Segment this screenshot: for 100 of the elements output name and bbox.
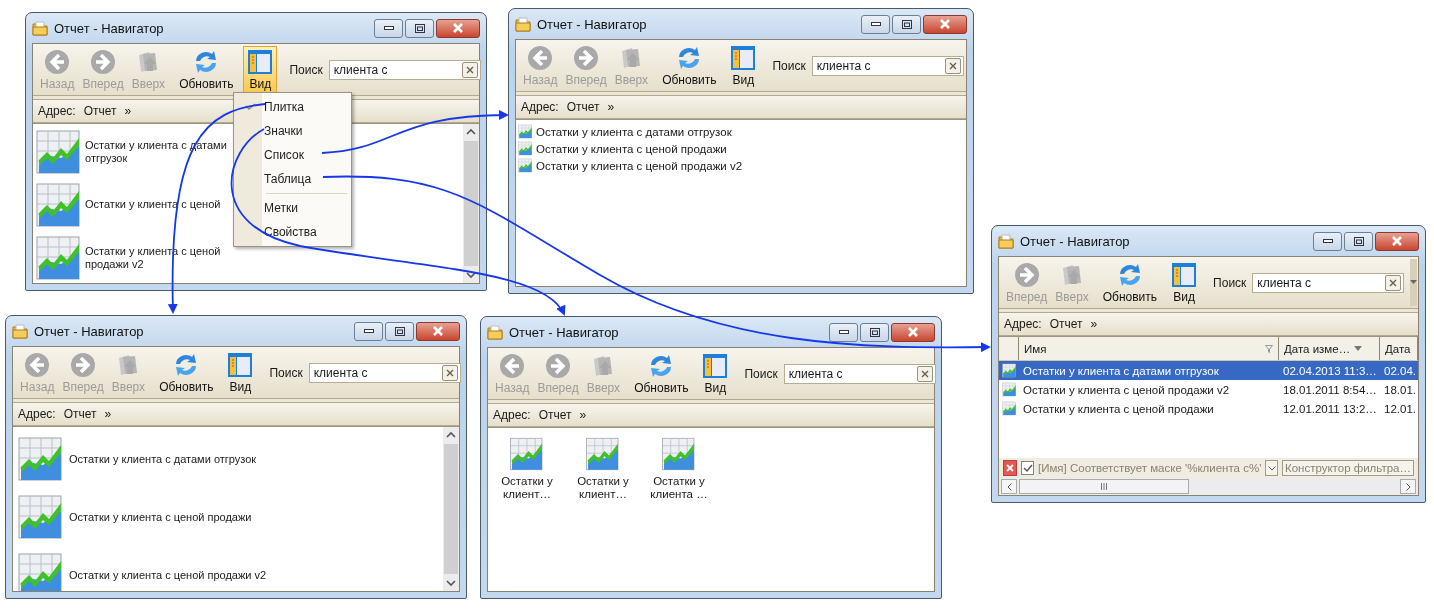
- menu-item[interactable]: Свойства: [236, 220, 349, 244]
- maximize-button[interactable]: [892, 14, 921, 34]
- maximize-button[interactable]: [860, 322, 889, 342]
- search-field[interactable]: клиента с: [1252, 272, 1405, 293]
- table-row[interactable]: Остатки у клиента с ценой продажи v2 18.01.2011 8:54… 18.01.: [999, 380, 1418, 399]
- menu-item[interactable]: Таблица: [236, 167, 349, 191]
- close-button[interactable]: [891, 322, 935, 342]
- clear-button[interactable]: [944, 57, 961, 74]
- scroll-left-button[interactable]: [1001, 479, 1017, 494]
- minimize-button[interactable]: [829, 322, 858, 342]
- toolbar-button[interactable]: Обновить: [658, 42, 721, 89]
- search-field[interactable]: клиента с: [328, 59, 481, 80]
- menu-item[interactable]: Список: [236, 143, 349, 167]
- filter-dropdown-button[interactable]: [1265, 460, 1278, 476]
- report-icon: [1001, 363, 1017, 378]
- close-button[interactable]: [1375, 231, 1419, 251]
- table-row[interactable]: Остатки у клиента с ценой продажи 12.01.2011 13:2… 12.01.: [999, 399, 1418, 418]
- breadcrumb-more[interactable]: »: [104, 407, 112, 421]
- toolbar-button[interactable]: Вид: [243, 46, 278, 93]
- close-icon: [432, 326, 444, 336]
- clear-filter-button[interactable]: [1003, 460, 1018, 476]
- breadcrumb-link[interactable]: Отчет: [83, 104, 117, 118]
- breadcrumb-link[interactable]: Отчет: [63, 407, 97, 421]
- report-icon: [518, 141, 533, 156]
- minimize-button[interactable]: [1313, 231, 1342, 251]
- breadcrumb-link[interactable]: Отчет: [566, 100, 600, 114]
- window-title: Отчет - Навигатор: [34, 323, 145, 339]
- clear-button[interactable]: [461, 61, 478, 78]
- report-icon: [17, 551, 65, 591]
- filter-builder-button[interactable]: Конструктор фильтра…: [1281, 460, 1414, 476]
- column-header[interactable]: Имя: [1019, 337, 1279, 360]
- breadcrumb-link[interactable]: Отчет: [538, 408, 572, 422]
- report-icon: [1001, 401, 1017, 416]
- scroll-thumb[interactable]: [444, 444, 458, 574]
- toolbar-button[interactable]: Обновить: [1098, 259, 1162, 306]
- column-header[interactable]: Дата изме…: [1279, 337, 1380, 360]
- breadcrumb-more[interactable]: »: [607, 100, 615, 114]
- clear-button[interactable]: [916, 365, 933, 382]
- report-name[interactable]: Остатки у клиент…: [494, 475, 560, 501]
- maximize-button[interactable]: [405, 18, 434, 38]
- scroll-down-icon[interactable]: [446, 580, 456, 587]
- scroll-thumb[interactable]: [1019, 479, 1189, 494]
- report-name[interactable]: Остатки у клиента с ценой продажи v2: [536, 159, 743, 172]
- column-header[interactable]: Дата: [1380, 337, 1418, 360]
- menu-item[interactable]: Значки: [236, 119, 349, 143]
- close-button[interactable]: [923, 14, 967, 34]
- scroll-up-icon[interactable]: [466, 128, 476, 135]
- vertical-scrollbar[interactable]: [443, 427, 459, 591]
- minimize-icon: [838, 330, 849, 334]
- scroll-thumb[interactable]: [464, 141, 478, 266]
- close-button[interactable]: [416, 321, 460, 341]
- toolbar-button[interactable]: Вид: [1167, 259, 1202, 306]
- report-name[interactable]: Остатки у клиента с ценой продажи: [69, 510, 269, 524]
- report-name[interactable]: Остатки у клиента с датами отгрузок: [536, 125, 732, 138]
- report-icon: [518, 124, 533, 139]
- horizontal-scrollbar[interactable]: [999, 478, 1418, 495]
- scroll-down-icon[interactable]: [466, 272, 476, 279]
- table-row[interactable]: Остатки у клиента с датами отгрузок 02.04.2013 11:3… 02.04.: [999, 361, 1418, 380]
- breadcrumb-more[interactable]: »: [579, 408, 587, 422]
- maximize-button[interactable]: [385, 321, 414, 341]
- toolbar-button[interactable]: Вид: [726, 42, 761, 89]
- toolbar-button[interactable]: Обновить: [630, 350, 693, 397]
- toolbar-button[interactable]: Вид: [223, 349, 258, 396]
- menu-item[interactable]: Плитка: [236, 95, 349, 119]
- scroll-right-button[interactable]: [1400, 479, 1416, 494]
- report-name[interactable]: Остатки у клиент…: [570, 475, 636, 501]
- scroll-up-icon[interactable]: [446, 431, 456, 438]
- breadcrumb-link[interactable]: Отчет: [1049, 317, 1083, 331]
- toolbar-button[interactable]: Вид: [698, 350, 733, 397]
- minimize-icon: [383, 26, 394, 30]
- close-button[interactable]: [436, 18, 480, 38]
- minimize-button[interactable]: [354, 321, 383, 341]
- table-cell-text: 18.01.2011 8:54…: [1282, 383, 1378, 396]
- maximize-button[interactable]: [1344, 231, 1373, 251]
- report-name[interactable]: Остатки у клиента с ценой продажи v2: [69, 568, 269, 582]
- toolbar-button[interactable]: Обновить: [175, 46, 238, 93]
- clear-button[interactable]: [441, 364, 458, 381]
- filter-checkbox[interactable]: [1021, 461, 1034, 475]
- menu-item[interactable]: Метки: [236, 196, 349, 220]
- sort-arrow-icon: [1354, 346, 1363, 351]
- minimize-button[interactable]: [374, 18, 403, 38]
- report-name[interactable]: Остатки у клиента с датами отгрузок: [69, 452, 269, 466]
- breadcrumb-more[interactable]: »: [1090, 317, 1098, 331]
- window-title: Отчет - Навигатор: [509, 324, 620, 340]
- report-name[interactable]: Остатки у клиента …: [646, 475, 712, 501]
- address-label: Адрес:: [18, 407, 56, 421]
- toolbar-overflow-button[interactable]: [1410, 259, 1418, 306]
- report-name[interactable]: Остатки у клиента с ценой: [85, 198, 231, 211]
- minimize-button[interactable]: [861, 14, 890, 34]
- clear-button[interactable]: [1385, 274, 1402, 291]
- toolbar-button[interactable]: Обновить: [155, 349, 218, 396]
- panel-layout-icon: [730, 45, 757, 71]
- search-field[interactable]: клиента с: [811, 55, 964, 76]
- search-field[interactable]: клиента с: [783, 363, 936, 384]
- search-field[interactable]: клиента с: [308, 362, 461, 383]
- vertical-scrollbar[interactable]: [463, 124, 479, 283]
- breadcrumb-more[interactable]: »: [124, 104, 132, 118]
- clear-icon: [465, 65, 474, 74]
- window-title: Отчет - Навигатор: [537, 16, 648, 32]
- report-name[interactable]: Остатки у клиента с ценой продажи: [536, 142, 727, 155]
